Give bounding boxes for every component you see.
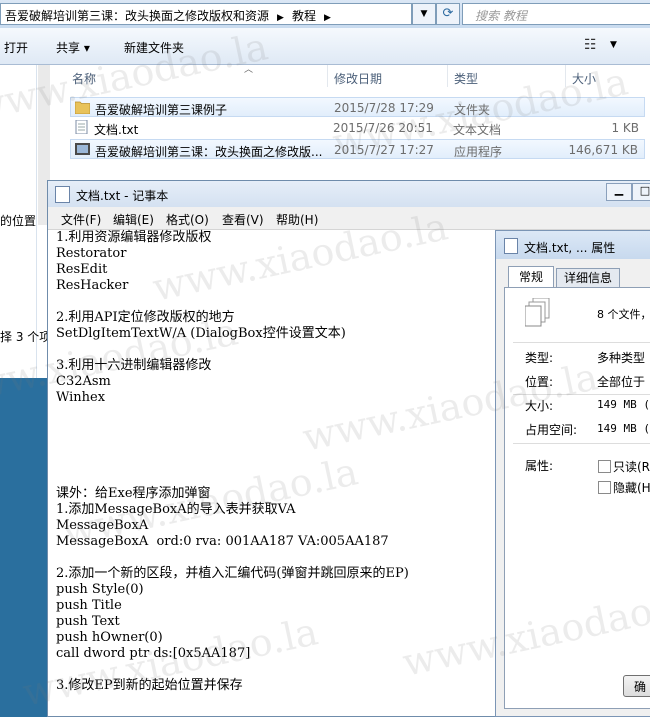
- prop-value: 149 MB (1: [597, 398, 650, 411]
- search-input[interactable]: 搜索 教程: [462, 3, 650, 25]
- file-row[interactable]: 文档.txt 2015/7/26 20:51 文本文档 1 KB: [70, 118, 645, 138]
- prop-label: 类型:: [525, 351, 554, 365]
- search-placeholder: 搜索 教程: [475, 9, 527, 23]
- menu-format[interactable]: 格式(O): [166, 211, 209, 228]
- toolbar: 打开 共享 ▾ 新建文件夹 ☷ ▼: [0, 28, 650, 65]
- column-divider[interactable]: [565, 65, 566, 87]
- chevron-right-icon[interactable]: ▶: [277, 13, 284, 23]
- properties-body: 8 个文件， 类型: 多种类型 位置: 全部位于 大小: 149 MB (1 占…: [504, 287, 650, 709]
- file-size: 1 KB: [611, 121, 639, 135]
- prop-value: 多种类型: [597, 351, 646, 365]
- file-name: 吾爱破解培训第三课：改头换面之修改版...: [95, 145, 323, 159]
- file-name: 吾爱破解培训第三课例子: [95, 103, 228, 117]
- menu-help[interactable]: 帮助(H): [276, 211, 318, 228]
- sort-up-icon: ︿: [244, 65, 254, 75]
- file-date: 2015/7/28 17:29: [334, 101, 434, 115]
- tab-details[interactable]: 详细信息: [556, 268, 620, 287]
- notepad-icon: [55, 186, 70, 203]
- column-divider[interactable]: [327, 65, 328, 87]
- readonly-label[interactable]: 只读(R: [613, 458, 650, 475]
- column-date[interactable]: 修改日期: [334, 70, 382, 87]
- address-row: 吾爱破解培训第三课：改头换面之修改版权和资源 ▶ 教程 ▶ ▼ ⟳ 搜索 教程: [0, 0, 650, 28]
- column-size[interactable]: 大小: [572, 70, 596, 87]
- menu-view[interactable]: 查看(V): [222, 211, 264, 228]
- address-dropdown-button[interactable]: ▼: [412, 3, 436, 25]
- divider: [513, 394, 650, 395]
- column-type[interactable]: 类型: [454, 70, 478, 87]
- divider: [513, 342, 650, 343]
- breadcrumb: 吾爱破解培训第三课：改头换面之修改版权和资源 ▶ 教程 ▶: [5, 7, 339, 24]
- column-divider[interactable]: [447, 65, 448, 87]
- file-date: 2015/7/26 20:51: [333, 121, 433, 135]
- chevron-down-icon[interactable]: ▼: [610, 40, 617, 50]
- view-options-icon[interactable]: ☷: [584, 37, 597, 53]
- file-type: 文件夹: [454, 103, 491, 117]
- prop-value: 全部位于: [597, 375, 646, 389]
- window-title: 文档.txt - 记事本: [76, 189, 169, 203]
- app-icon: [75, 143, 90, 155]
- readonly-checkbox[interactable]: [598, 460, 611, 473]
- column-header: 名称 ︿ 修改日期 类型 大小: [52, 65, 650, 87]
- new-folder-button[interactable]: 新建文件夹: [124, 39, 184, 56]
- properties-titlebar[interactable]: 文档.txt, ... 属性: [496, 231, 650, 259]
- share-button[interactable]: 共享 ▾: [56, 39, 90, 56]
- prop-label: 大小:: [525, 399, 554, 413]
- file-name: 文档.txt: [94, 123, 139, 137]
- hidden-checkbox[interactable]: [598, 481, 611, 494]
- menu-bar: 文件(F) 编辑(E) 格式(O) 查看(V) 帮助(H): [48, 207, 650, 230]
- tab-general[interactable]: 常规: [508, 266, 554, 288]
- open-button[interactable]: 打开: [4, 39, 28, 56]
- chevron-right-icon[interactable]: ▶: [324, 13, 331, 23]
- ok-button[interactable]: 确: [623, 675, 650, 697]
- attributes-label: 属性:: [525, 459, 554, 473]
- file-type: 应用程序: [454, 145, 503, 159]
- nav-item-label[interactable]: 的位置: [0, 212, 36, 229]
- notepad-titlebar[interactable]: 文档.txt - 记事本 ▁ □: [48, 181, 650, 207]
- multiple-files-icon: [525, 298, 550, 327]
- dialog-title: 文档.txt, ... 属性: [524, 241, 616, 255]
- file-date: 2015/7/27 17:27: [334, 143, 434, 157]
- menu-file[interactable]: 文件(F): [61, 211, 101, 228]
- column-name[interactable]: 名称: [72, 70, 96, 87]
- breadcrumb-item[interactable]: 吾爱破解培训第三课：改头换面之修改版权和资源: [5, 9, 269, 23]
- properties-dialog: 文档.txt, ... 属性 常规 详细信息 8 个文件， 类型: 多种类型 位…: [495, 230, 650, 717]
- prop-label: 位置:: [525, 375, 554, 389]
- minimize-button[interactable]: ▁: [606, 183, 632, 201]
- menu-edit[interactable]: 编辑(E): [113, 211, 154, 228]
- divider: [513, 443, 650, 444]
- file-count: 8 个文件，: [597, 308, 650, 321]
- file-size: 146,671 KB: [568, 143, 638, 157]
- prop-value: 149 MB (1: [597, 422, 650, 435]
- address-bar[interactable]: 吾爱破解培训第三课：改头换面之修改版权和资源 ▶ 教程 ▶: [0, 3, 412, 25]
- hidden-label[interactable]: 隐藏(H: [613, 479, 650, 496]
- file-type: 文本文档: [453, 123, 502, 137]
- file-row[interactable]: 吾爱破解培训第三课：改头换面之修改版... 2015/7/27 17:27 应用…: [70, 139, 645, 159]
- maximize-button[interactable]: □: [632, 183, 650, 201]
- status-text: 择 3 个项: [0, 330, 52, 344]
- refresh-icon[interactable]: ⟳: [436, 3, 460, 25]
- breadcrumb-item[interactable]: 教程: [292, 9, 316, 23]
- folder-icon: [75, 101, 90, 114]
- text-file-icon: [75, 120, 88, 134]
- document-icon: [504, 238, 518, 254]
- file-row[interactable]: 吾爱破解培训第三课例子 2015/7/28 17:29 文件夹: [70, 97, 645, 117]
- prop-label: 占用空间:: [525, 423, 578, 437]
